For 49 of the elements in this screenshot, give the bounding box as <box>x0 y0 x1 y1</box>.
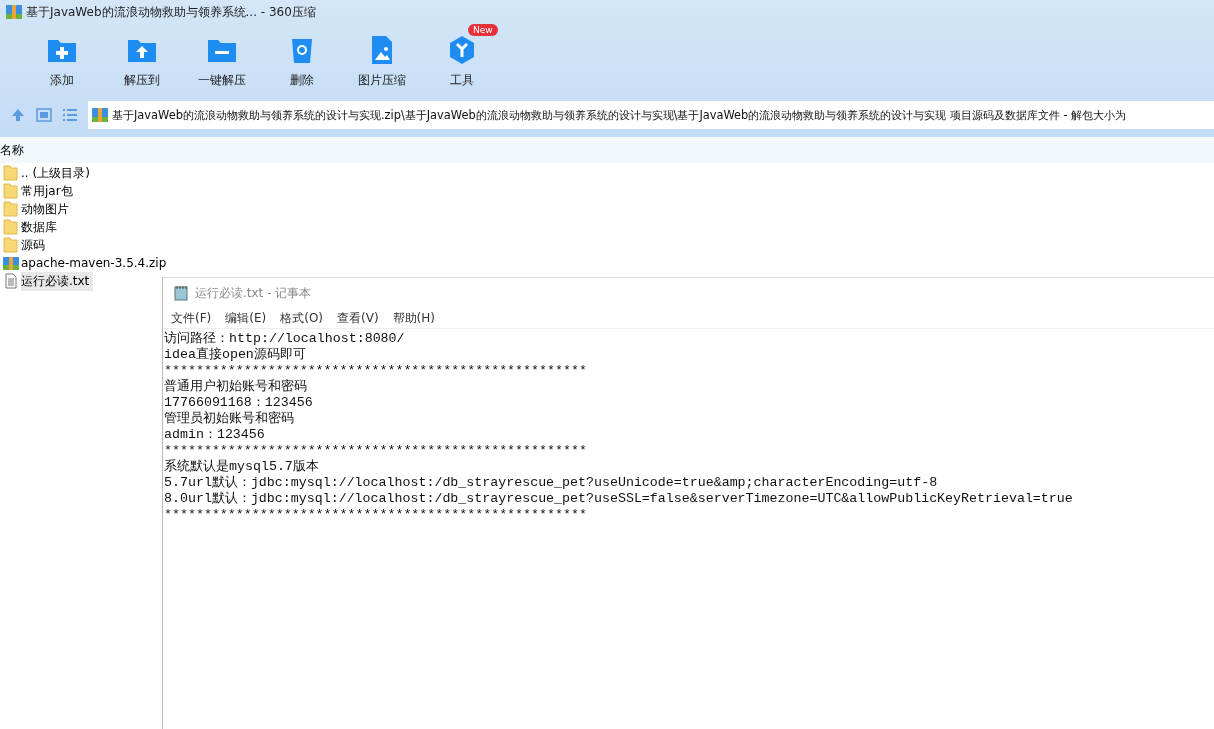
file-name[interactable]: 源码 <box>21 235 49 255</box>
text-line: ***************************************************** <box>164 363 588 379</box>
folder-icon <box>3 237 19 253</box>
archive-icon <box>92 107 108 123</box>
archive-icon <box>3 255 19 271</box>
list-view-icon[interactable] <box>62 107 78 123</box>
menu-item[interactable]: 格式(O) <box>280 309 324 327</box>
text-file-icon <box>3 273 19 289</box>
text-line: admin：123456 <box>164 427 266 443</box>
text-line: 17766091168：123456 <box>164 395 314 411</box>
text-line: 访问路径：http://localhost:8080/ <box>164 331 406 347</box>
file-name[interactable]: 动物图片 <box>21 199 73 219</box>
up-arrow-icon[interactable] <box>10 107 26 123</box>
toolbar-button[interactable]: 删除 <box>262 24 342 94</box>
menu-item[interactable]: 编辑(E) <box>225 309 267 327</box>
file-name[interactable]: 运行必读.txt <box>21 271 94 291</box>
path-text: 基于JavaWeb的流浪动物救助与领养系统的设计与实现.zip\基于JavaWeb的流浪动物救助与领养系统的设计与实现\基于JavaWeb的流浪动物救助与领养系统的设计与实现 项目源码及数据库文件 - 解包大小为 <box>112 107 1127 123</box>
notepad-title: 运行必读.txt - 记事本 <box>195 284 312 302</box>
folder-icon <box>3 165 19 181</box>
toolbar-button[interactable]: 添加 <box>22 24 102 94</box>
toolbar-button[interactable]: New 工具 <box>422 24 502 94</box>
toolbar-button[interactable]: 一键解压 <box>182 24 262 94</box>
column-header[interactable]: 名称 <box>0 141 24 159</box>
file-name[interactable]: apache-maven-3.5.4.zip <box>21 255 171 271</box>
text-line: 8.0url默认：jdbc:mysql://localhost:/db_strayrescue_pet?useSSL=false&serverTimezone=UTC&allowPublicKeyRetrieval=true <box>164 491 1074 507</box>
file-name[interactable]: 常用jar包 <box>21 181 77 201</box>
toolbar-button[interactable]: 图片压缩 <box>342 24 422 94</box>
text-line: ***************************************************** <box>164 507 588 523</box>
menu-item[interactable]: 文件(F) <box>171 309 212 327</box>
text-line: 5.7url默认：jdbc:mysql://localhost:/db_strayrescue_pet?useUnicode=true&amp;characterEncoding=utf-8 <box>164 475 939 491</box>
text-line: 普通用户初始账号和密码 <box>164 379 308 395</box>
path-field[interactable]: 基于JavaWeb的流浪动物救助与领养系统的设计与实现.zip\基于JavaWeb的流浪动物救助与领养系统的设计与实现\基于JavaWeb的流浪动物救助与领养系统的设计与实现 项目源码及数据库文件 - 解包大小为 <box>88 101 1214 129</box>
file-name[interactable]: 数据库 <box>21 217 61 237</box>
window-title: 基于JavaWeb的流浪动物救助与领养系统... - 360压缩 <box>26 3 316 21</box>
toolbar-button[interactable]: 解压到 <box>102 24 182 94</box>
text-line: idea直接open源码即可 <box>164 347 307 363</box>
folder-icon <box>3 183 19 199</box>
new-badge: New <box>468 24 498 36</box>
menu-item[interactable]: 帮助(H) <box>392 309 435 327</box>
text-line: 管理员初始账号和密码 <box>164 411 295 427</box>
folder-icon <box>3 219 19 235</box>
text-line: ***************************************************** <box>164 443 588 459</box>
text-line: 系统默认是mysql5.7版本 <box>164 459 320 475</box>
folder-icon <box>3 201 19 217</box>
notepad-icon <box>173 285 189 301</box>
file-name[interactable]: .. (上级目录) <box>21 163 94 183</box>
thumbnail-view-icon[interactable] <box>36 107 52 123</box>
menu-item[interactable]: 查看(V) <box>337 309 379 327</box>
archive-icon <box>6 4 22 20</box>
